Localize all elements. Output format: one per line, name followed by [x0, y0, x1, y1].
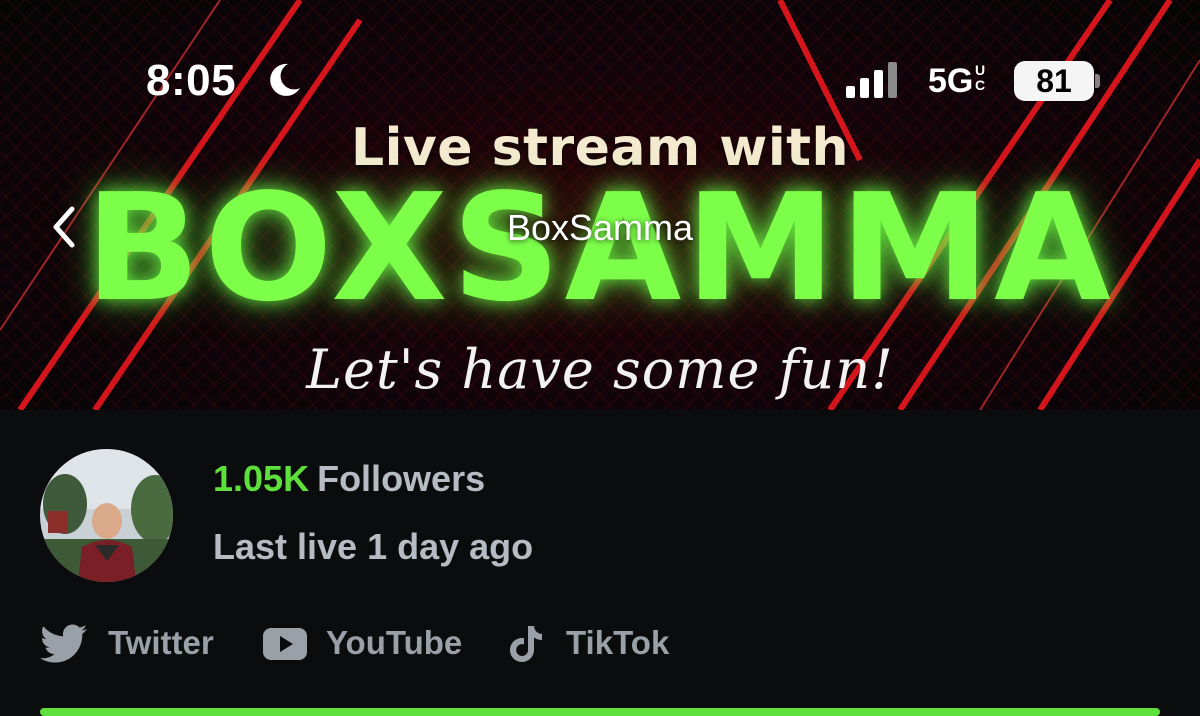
- moon-icon: [270, 63, 300, 96]
- network-type: 5G: [928, 62, 974, 100]
- cellular-signal-icon: [846, 62, 897, 98]
- last-live-text: Last live 1 day ago: [213, 526, 534, 567]
- battery-indicator: 81: [1014, 61, 1094, 101]
- followers-label: Followers: [317, 458, 486, 499]
- follow-button-edge[interactable]: [40, 708, 1160, 716]
- followers-row: 1.05K Followers: [213, 458, 485, 500]
- youtube-link[interactable]: YouTube: [262, 618, 472, 670]
- tiktok-icon: [510, 626, 542, 662]
- youtube-icon: [263, 628, 307, 660]
- twitter-icon: [40, 624, 87, 663]
- youtube-label: YouTube: [326, 624, 463, 661]
- twitter-label: Twitter: [108, 624, 214, 661]
- status-time: 8:05: [146, 56, 237, 105]
- tiktok-label: TikTok: [566, 624, 670, 661]
- twitter-link[interactable]: Twitter: [40, 618, 230, 670]
- banner-tagline: Let's have some fun!: [306, 338, 894, 401]
- avatar[interactable]: [40, 449, 173, 582]
- avatar-photo: [40, 449, 173, 582]
- battery-cap: [1095, 74, 1100, 88]
- tiktok-link[interactable]: TikTok: [506, 618, 686, 670]
- network-superscript: UC: [974, 62, 986, 93]
- nav-title: BoxSamma: [506, 207, 694, 248]
- followers-count: 1.05K: [213, 458, 310, 499]
